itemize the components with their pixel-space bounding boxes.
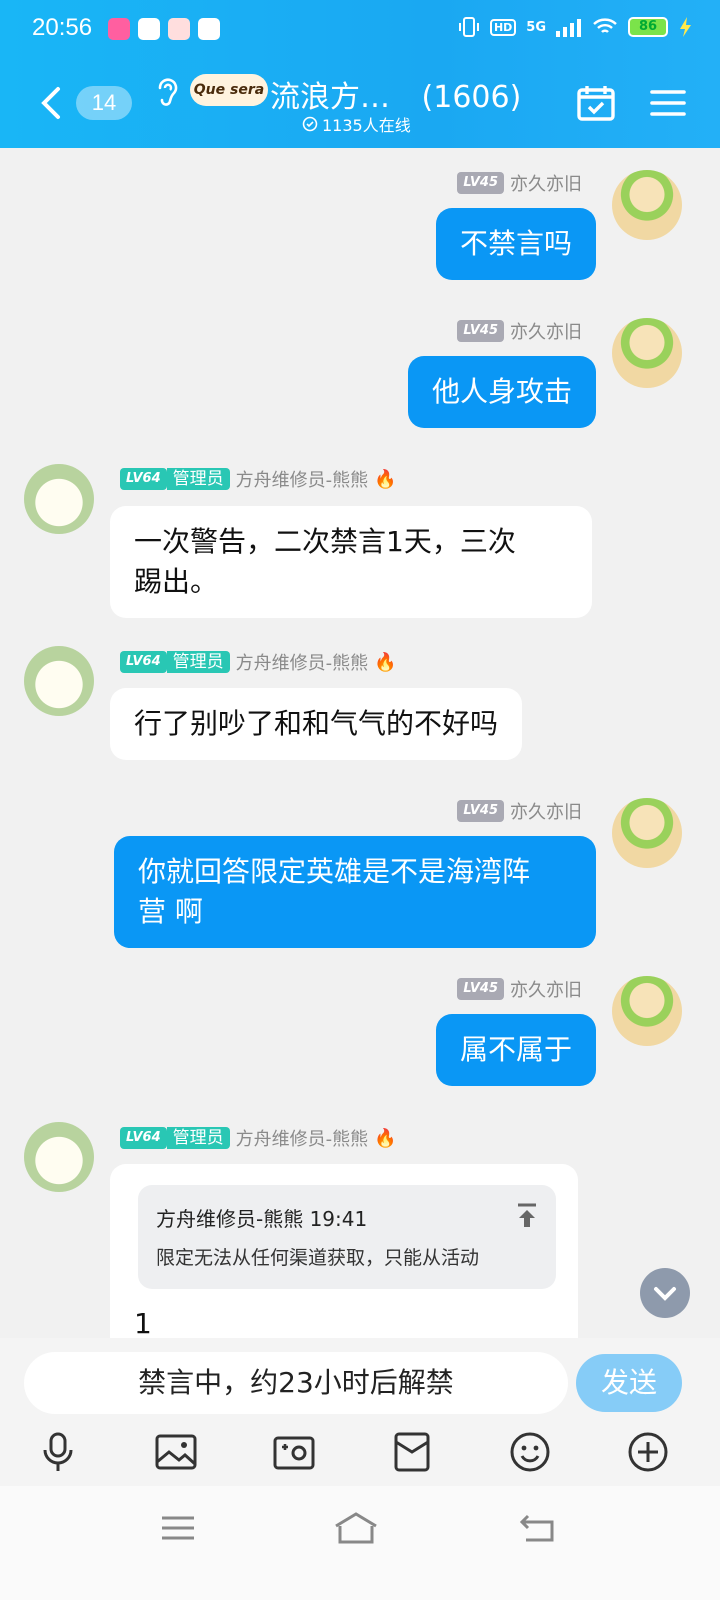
microphone-icon[interactable] bbox=[36, 1430, 80, 1474]
message-meta: LV64 管理员 方舟维修员-熊熊 🔥 bbox=[120, 1125, 397, 1151]
level-badge: LV45 bbox=[457, 978, 504, 1000]
avatar[interactable] bbox=[612, 318, 682, 388]
red-packet-icon[interactable] bbox=[390, 1430, 434, 1474]
message-meta: LV45 亦久亦旧 bbox=[457, 976, 582, 1002]
message-meta: LV45 亦久亦旧 bbox=[457, 318, 582, 344]
message-meta: LV45 亦久亦旧 bbox=[457, 798, 582, 824]
avatar[interactable] bbox=[24, 464, 94, 534]
plus-icon[interactable] bbox=[626, 1430, 670, 1474]
quote-header: 方舟维修员-熊熊 19:41 bbox=[156, 1207, 368, 1231]
level-badge: LV64 bbox=[120, 651, 167, 673]
system-navigation-bar bbox=[0, 1486, 720, 1600]
status-icons: HD 5G 86 bbox=[458, 16, 694, 38]
signal-icon bbox=[556, 19, 581, 37]
book-icon bbox=[198, 18, 220, 40]
toolbar bbox=[0, 1428, 720, 1486]
level-badge: LV45 bbox=[457, 320, 504, 342]
group-logo: Que sera bbox=[190, 74, 268, 106]
message-bubble[interactable]: 不禁言吗 bbox=[435, 208, 596, 280]
message-line: 一次警告，二次禁言1天，三次 bbox=[134, 525, 516, 558]
message-meta: LV45 亦久亦旧 bbox=[457, 170, 582, 196]
member-count: (1606) bbox=[421, 80, 522, 115]
recent-apps-icon[interactable] bbox=[158, 1510, 198, 1546]
chat-header: 20:56 HD 5G 86 14 Que sera 流浪方… (1606) 1… bbox=[0, 0, 720, 148]
charging-icon bbox=[680, 17, 691, 37]
level-badge: LV64 bbox=[120, 468, 167, 490]
message-line: 踢出。 bbox=[134, 565, 219, 598]
app-notification-icon bbox=[138, 18, 160, 40]
sender-name[interactable]: 亦久亦旧 bbox=[510, 976, 582, 1002]
sender-name[interactable]: 方舟维修员-熊熊 bbox=[236, 1125, 369, 1151]
ear-icon[interactable] bbox=[154, 76, 180, 106]
fire-icon: 🔥 bbox=[374, 651, 397, 673]
unread-badge[interactable]: 14 bbox=[76, 86, 132, 120]
video-camera-icon[interactable] bbox=[272, 1430, 316, 1474]
battery-icon: 86 bbox=[628, 17, 668, 37]
message-bubble[interactable]: 属不属于 bbox=[435, 1014, 596, 1086]
message-meta: LV64 管理员 方舟维修员-熊熊 🔥 bbox=[120, 466, 397, 492]
app-notification-icon bbox=[168, 18, 190, 40]
menu-icon[interactable] bbox=[650, 88, 686, 118]
wifi-icon bbox=[593, 18, 617, 33]
sender-name[interactable]: 亦久亦旧 bbox=[510, 798, 582, 824]
avatar[interactable] bbox=[24, 646, 94, 716]
quoted-message[interactable]: 方舟维修员-熊熊 19:41 限定无法从任何渠道获取，只能从活动 bbox=[138, 1185, 556, 1289]
group-name: 流浪方… bbox=[270, 80, 390, 115]
admin-badge: 管理员 bbox=[166, 1127, 230, 1149]
message-bubble[interactable]: 一次警告，二次禁言1天，三次 踢出。 bbox=[110, 506, 592, 618]
avatar[interactable] bbox=[24, 1122, 94, 1192]
status-bar: 20:56 HD 5G 86 bbox=[0, 0, 720, 60]
message-line: 营 啊 bbox=[138, 895, 203, 928]
back-icon[interactable] bbox=[36, 86, 66, 120]
chevron-down-icon bbox=[654, 1287, 676, 1301]
fire-icon: 🔥 bbox=[374, 468, 397, 490]
admin-badge: 管理员 bbox=[166, 651, 230, 673]
image-icon[interactable] bbox=[154, 1430, 198, 1474]
admin-badge: 管理员 bbox=[166, 468, 230, 490]
sender-name[interactable]: 方舟维修员-熊熊 bbox=[236, 649, 369, 675]
message-line: 你就回答限定英雄是不是海湾阵 bbox=[138, 855, 531, 888]
nav-row: 14 Que sera 流浪方… (1606) 1135人在线 bbox=[0, 62, 720, 148]
page-title[interactable]: 流浪方… (1606) bbox=[270, 72, 521, 116]
message-bubble[interactable]: 行了别吵了和和气气的不好吗 bbox=[110, 688, 523, 760]
vibrate-icon bbox=[458, 17, 479, 37]
message-bubble[interactable]: 他人身攻击 bbox=[407, 356, 596, 428]
app-notification-icon bbox=[108, 18, 130, 40]
message-bubble[interactable]: 你就回答限定英雄是不是海湾阵 营 啊 bbox=[114, 836, 596, 948]
avatar[interactable] bbox=[612, 798, 682, 868]
hd-icon: HD bbox=[489, 18, 517, 36]
check-circle-icon bbox=[302, 116, 318, 132]
avatar[interactable] bbox=[612, 170, 682, 240]
avatar[interactable] bbox=[612, 976, 682, 1046]
emoji-icon[interactable] bbox=[508, 1430, 552, 1474]
level-badge: LV45 bbox=[457, 172, 504, 194]
sender-name[interactable]: 亦久亦旧 bbox=[510, 170, 582, 196]
level-badge: LV45 bbox=[457, 800, 504, 822]
sender-name[interactable]: 亦久亦旧 bbox=[510, 318, 582, 344]
scroll-down-button[interactable] bbox=[640, 1268, 690, 1318]
online-count: 1135人在线 bbox=[302, 112, 411, 136]
sender-name[interactable]: 方舟维修员-熊熊 bbox=[236, 466, 369, 492]
network-type: 5G bbox=[526, 19, 546, 35]
input-bar: 禁言中，约23小时后解禁 发送 bbox=[0, 1338, 720, 1428]
quote-text: 限定无法从任何渠道获取，只能从活动 bbox=[156, 1247, 480, 1269]
message-input[interactable]: 禁言中，约23小时后解禁 bbox=[24, 1352, 568, 1414]
level-badge: LV64 bbox=[120, 1127, 167, 1149]
back-nav-icon[interactable] bbox=[518, 1510, 558, 1546]
message-meta: LV64 管理员 方舟维修员-熊熊 🔥 bbox=[120, 649, 397, 675]
jump-to-top-icon[interactable] bbox=[516, 1203, 538, 1229]
online-text: 1135人在线 bbox=[322, 116, 411, 135]
home-icon[interactable] bbox=[332, 1510, 380, 1546]
fire-icon: 🔥 bbox=[374, 1127, 397, 1149]
send-button[interactable]: 发送 bbox=[576, 1354, 682, 1412]
status-time: 20:56 bbox=[32, 14, 93, 41]
calendar-check-icon[interactable] bbox=[576, 84, 616, 122]
